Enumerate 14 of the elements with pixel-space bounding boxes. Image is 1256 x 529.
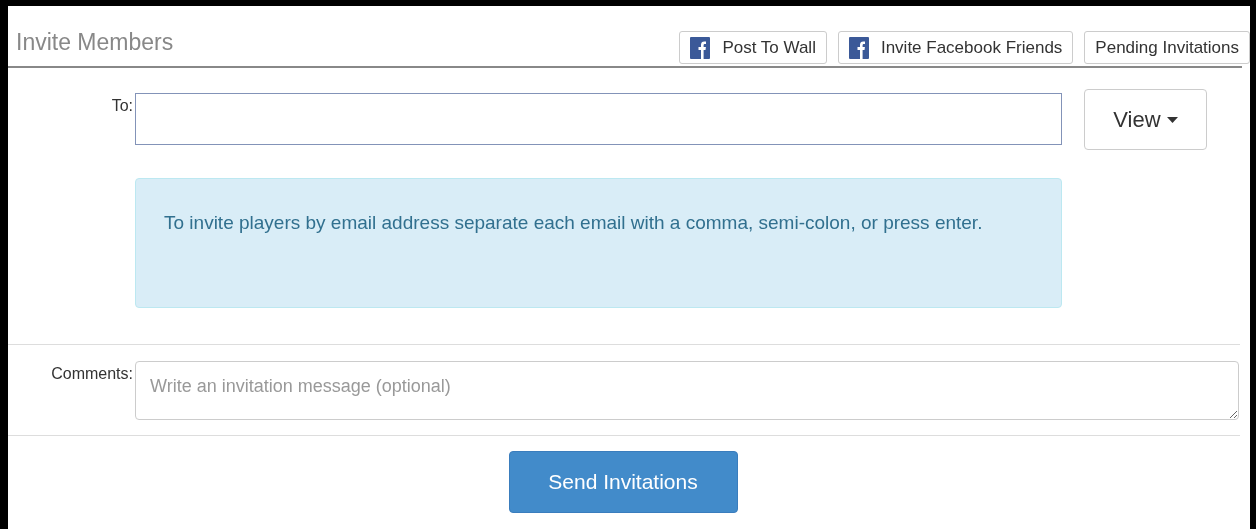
facebook-icon: [690, 36, 711, 59]
caret-icon: [1166, 116, 1178, 123]
comments-label: Comments:: [51, 364, 133, 384]
send-invitations-button[interactable]: Send Invitations: [508, 451, 738, 513]
panel-title: Invite Members: [16, 29, 174, 56]
pending-invitations-button[interactable]: Pending Invitations: [1084, 31, 1250, 64]
facebook-button[interactable]: Post To Wall: [679, 31, 827, 64]
recipients-input-field[interactable]: [135, 93, 1062, 145]
view-dropdown-button[interactable]: View: [1084, 89, 1207, 150]
info-message: To invite players by email address separate each email with a comma, semi-colon, or press enter.: [135, 178, 1062, 308]
facebook-icon: [848, 36, 869, 59]
comments-input-field[interactable]: Write an invitation message (optional): [135, 361, 1239, 420]
facebook-button[interactable]: Invite Facebook Friends: [837, 31, 1074, 64]
to-label: To:: [111, 96, 133, 116]
